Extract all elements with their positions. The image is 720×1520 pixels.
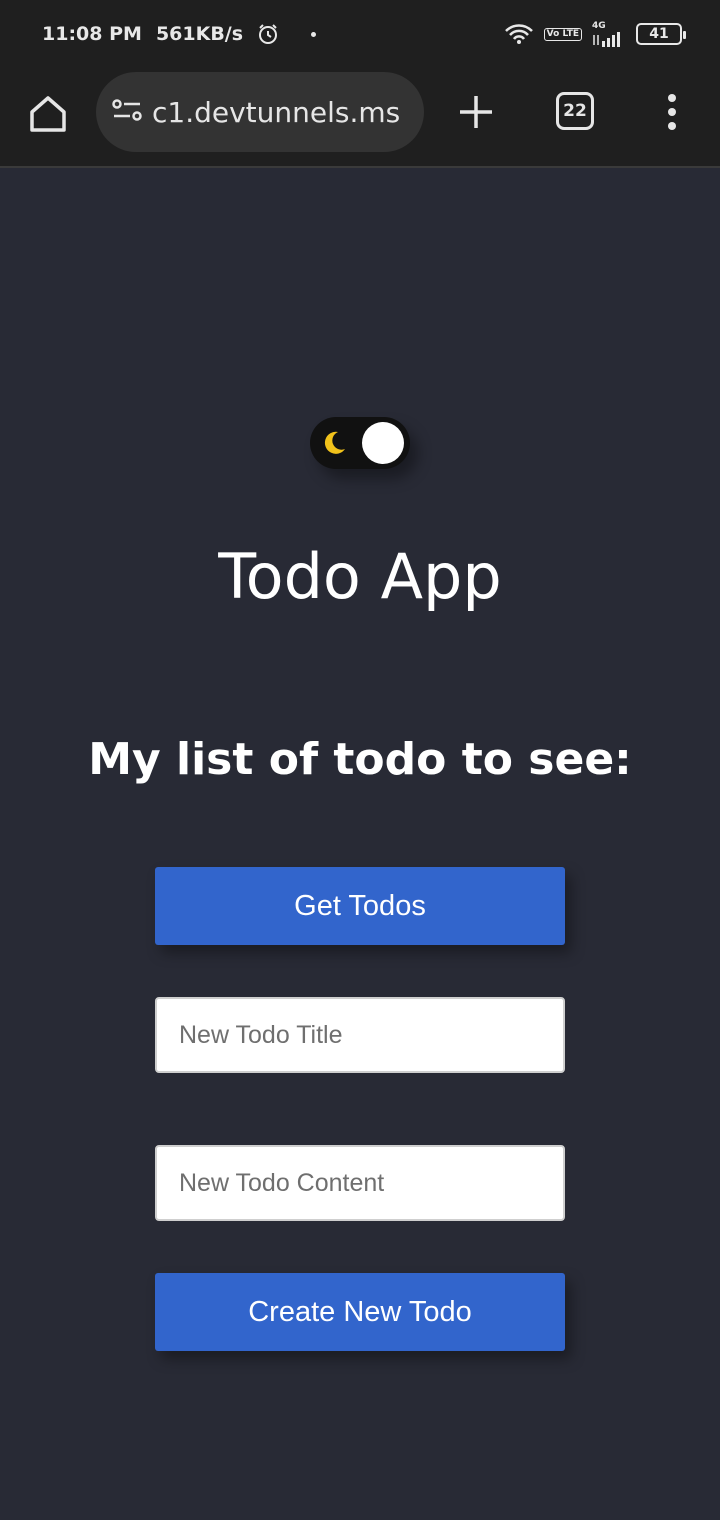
battery-icon: 41: [636, 23, 686, 45]
status-bar: 11:08 PM 561KB/s Vo LTE 4G 41: [0, 0, 720, 68]
home-icon: [30, 96, 66, 132]
new-tab-icon: [460, 96, 492, 128]
menu-button[interactable]: [660, 92, 684, 132]
theme-toggle[interactable]: [310, 417, 410, 469]
create-todo-button[interactable]: Create New Todo: [155, 1273, 565, 1351]
status-time: 11:08 PM: [42, 23, 142, 45]
todo-content-input[interactable]: [155, 1145, 565, 1221]
todo-title-input[interactable]: [155, 997, 565, 1073]
battery-level: 41: [649, 26, 669, 42]
get-todos-button[interactable]: Get Todos: [155, 867, 565, 945]
browser-toolbar: c1.devtunnels.ms 22: [0, 68, 720, 168]
notification-dot-icon: [311, 31, 317, 37]
signal-icon: 4G: [592, 20, 626, 47]
home-button[interactable]: [26, 92, 70, 136]
address-bar[interactable]: c1.devtunnels.ms: [96, 72, 424, 152]
menu-icon: [668, 94, 676, 130]
page-title: Todo App: [218, 540, 502, 613]
status-right: Vo LTE 4G 41: [504, 20, 686, 47]
tabs-count: 22: [563, 101, 587, 121]
list-heading: My list of todo to see:: [88, 734, 632, 785]
status-left: 11:08 PM 561KB/s: [42, 23, 317, 45]
wifi-icon: [504, 23, 534, 45]
volte-icon: Vo LTE: [543, 27, 582, 41]
site-settings-icon[interactable]: [112, 98, 142, 127]
tabs-button[interactable]: 22: [556, 92, 594, 130]
new-tab-button[interactable]: [456, 92, 496, 132]
network-type: 4G: [592, 20, 606, 31]
toggle-knob: [362, 422, 404, 464]
url-text: c1.devtunnels.ms: [152, 95, 401, 129]
alarm-icon: [257, 23, 279, 45]
status-speed: 561KB/s: [155, 23, 244, 45]
moon-icon: [324, 431, 345, 454]
